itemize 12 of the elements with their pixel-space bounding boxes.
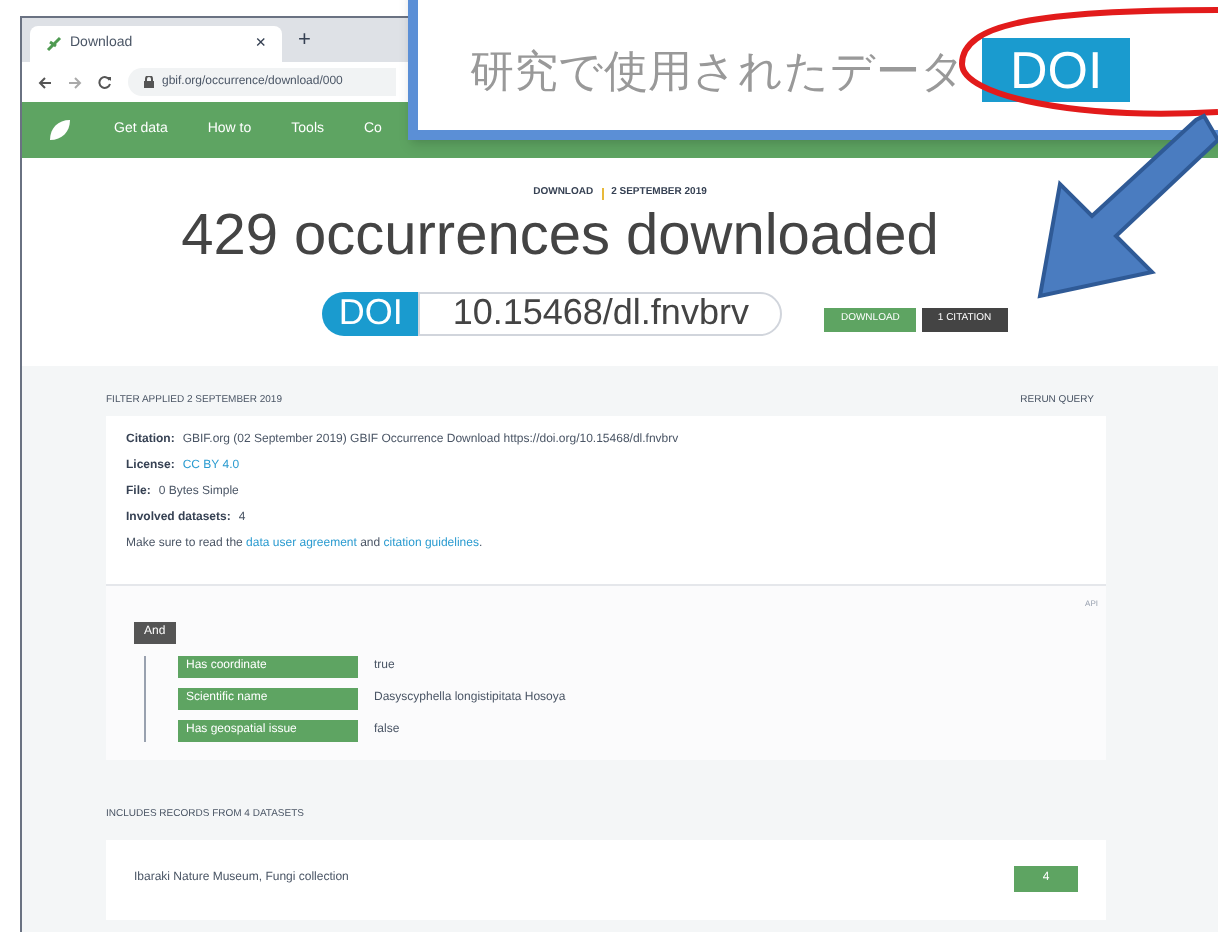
- doi-value: 10.15468/dl.fnvbrv: [418, 291, 783, 335]
- back-icon[interactable]: [38, 75, 52, 89]
- lock-icon: [144, 76, 154, 88]
- callout-text: 研究で使用されたデータ: [470, 43, 966, 99]
- doi-label: DOI: [322, 291, 419, 335]
- callout-doi-badge: DOI: [982, 38, 1131, 102]
- arrow-icon: [1036, 112, 1218, 304]
- new-tab-button[interactable]: +: [298, 23, 311, 56]
- reload-icon[interactable]: [98, 75, 112, 89]
- tab-close[interactable]: ×: [255, 30, 266, 58]
- page-title: 429 occurrences downloaded: [179, 207, 941, 265]
- leaf-logo-icon[interactable]: [46, 116, 74, 144]
